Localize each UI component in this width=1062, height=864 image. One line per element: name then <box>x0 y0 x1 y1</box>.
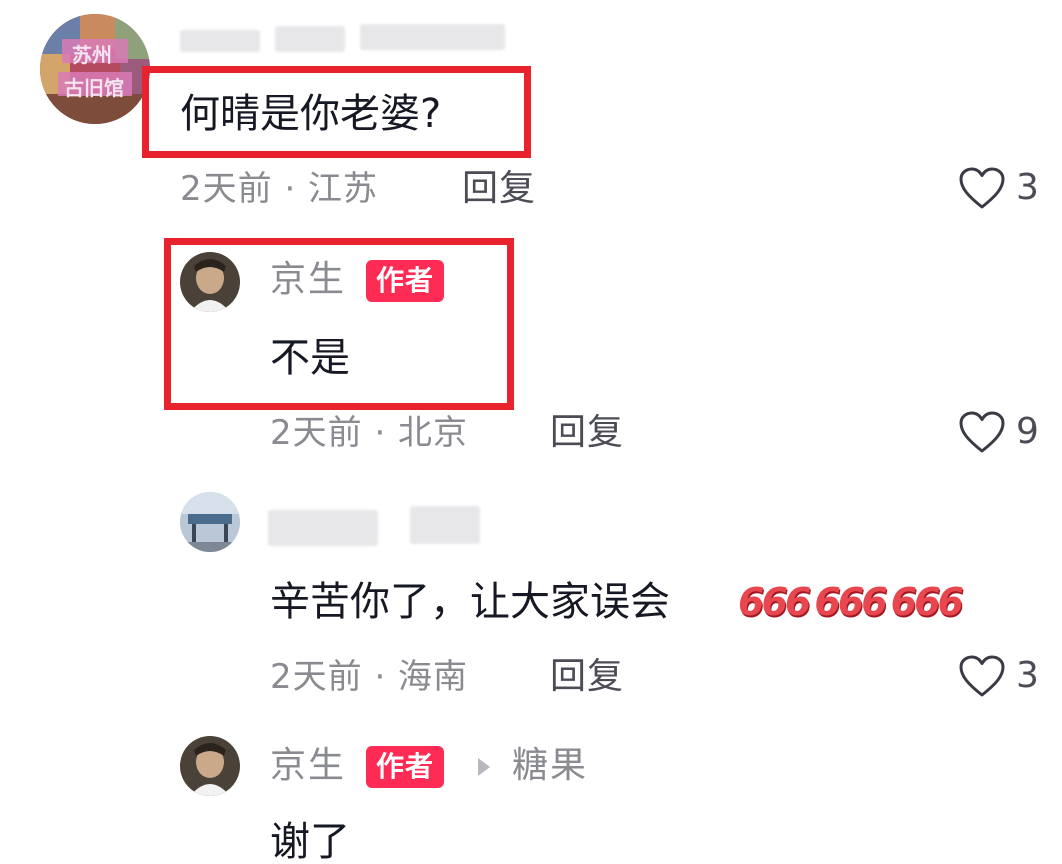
reply-button[interactable]: 回复 <box>462 171 536 207</box>
like-count: 3 <box>1016 655 1039 696</box>
reply-arrow-icon <box>478 758 490 776</box>
avatar-label: 古旧馆 <box>64 76 124 100</box>
comment-meta: 2天前 · 海南 <box>270 657 469 697</box>
comment-meta: 2天前 · 江苏 <box>180 169 379 209</box>
like-button[interactable]: 3 <box>958 166 1039 210</box>
author-badge: 作者 <box>366 746 445 788</box>
avatar[interactable]: 苏州 古旧馆 <box>40 14 150 124</box>
username-blurred <box>180 30 260 52</box>
comment-thread: 苏州 古旧馆 何晴是你老婆? 2天前 · 江苏 回复 3 京生 作者 不是 2天… <box>0 0 1062 864</box>
avatar-label: 苏州 <box>72 43 112 67</box>
emoji-666: 666 <box>738 580 811 624</box>
reply-button[interactable]: 回复 <box>550 659 624 695</box>
reply-target-name[interactable]: 糖果 <box>512 748 588 784</box>
like-count: 9 <box>1016 411 1039 452</box>
avatar[interactable] <box>180 252 240 312</box>
author-name[interactable]: 京生 <box>270 262 346 298</box>
username-blurred <box>410 506 480 544</box>
heart-icon <box>959 167 1005 209</box>
author-name[interactable]: 京生 <box>270 748 346 784</box>
reply-button[interactable]: 回复 <box>550 415 624 451</box>
emoji-group: 666 666 666 <box>738 580 964 624</box>
avatar[interactable] <box>180 492 240 552</box>
username-blurred <box>268 510 378 546</box>
avatar[interactable] <box>180 736 240 796</box>
like-button[interactable]: 9 <box>958 410 1039 454</box>
emoji-666: 666 <box>890 580 964 624</box>
comment-text: 何晴是你老婆? <box>180 91 442 137</box>
like-count: 3 <box>1016 167 1039 208</box>
comment-text: 辛苦你了，让大家误会 <box>270 579 670 625</box>
heart-icon <box>959 411 1005 453</box>
username-blurred <box>275 26 345 52</box>
username-blurred <box>360 24 505 50</box>
comment-meta: 2天前 · 北京 <box>270 413 469 453</box>
emoji-666: 666 <box>814 580 887 624</box>
like-button[interactable]: 3 <box>958 654 1039 698</box>
author-badge: 作者 <box>366 260 445 302</box>
heart-icon <box>959 655 1005 697</box>
comment-text: 谢了 <box>270 819 350 864</box>
comment-text: 不是 <box>270 335 350 381</box>
